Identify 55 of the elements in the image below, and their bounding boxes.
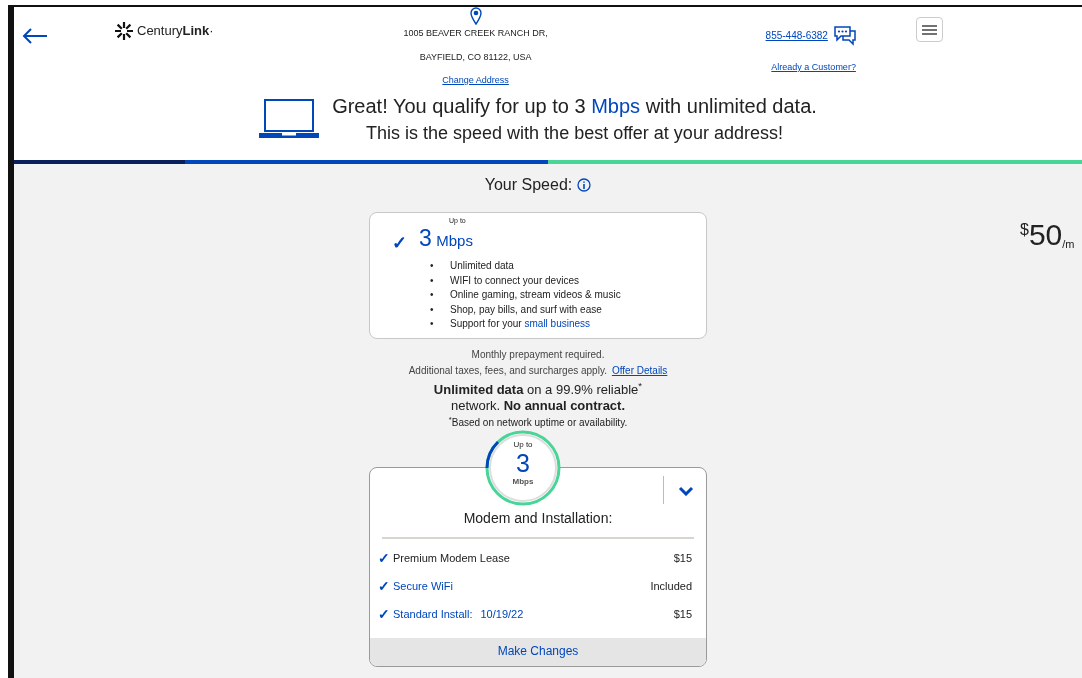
feature-item: Unlimited data: [450, 259, 514, 273]
price-amount: 50: [1028, 220, 1063, 250]
currency-symbol: $: [1020, 220, 1029, 238]
check-icon: ✓: [378, 604, 390, 625]
back-arrow-icon[interactable]: [22, 27, 48, 45]
make-changes-button[interactable]: Make Changes: [370, 637, 706, 666]
option-price: Included: [650, 579, 692, 595]
option-link[interactable]: Standard Install:: [393, 606, 473, 623]
chevron-down-icon[interactable]: [678, 485, 694, 496]
phone-link[interactable]: 855-448-6382: [765, 27, 828, 43]
change-address-link[interactable]: Change Address: [442, 74, 509, 88]
address-text: 1005 BEAVER CREEK RANCH DR,: [403, 27, 548, 40]
feature-item: Shop, pay bills, and surf with ease: [450, 302, 602, 317]
bullet: •: [430, 273, 435, 288]
offer-details-link[interactable]: Offer Details: [611, 362, 668, 378]
feature-item: Support for your small business: [450, 317, 591, 331]
check-icon: ✓: [392, 230, 407, 257]
info-icon[interactable]: [577, 178, 592, 192]
bullet: •: [430, 259, 435, 273]
option-price: $15: [673, 551, 692, 567]
speed-unit: Mbps: [436, 231, 473, 249]
speed-value: 3: [419, 224, 432, 251]
chat-icon[interactable]: [831, 23, 858, 47]
card-title: Modem and Installation:: [462, 508, 614, 528]
check-icon: ✓: [378, 548, 390, 569]
laptop-icon: [259, 99, 320, 139]
logo[interactable]: CenturyLink·: [114, 21, 214, 41]
logo-text: CenturyLink·: [137, 22, 214, 41]
speed-value: 3: [516, 450, 530, 476]
headline-text: Great! You qualify for up to 3 Mbps with unlimited data.: [332, 94, 817, 119]
section-title: Your Speed:: [484, 175, 573, 195]
already-customer-link[interactable]: Already a Customer?: [771, 61, 856, 75]
up-to-label: Up to: [513, 438, 533, 451]
feature-item: Online gaming, stream videos & music: [450, 288, 621, 302]
headline-subtext: This is the speed with the best offer at your address!: [365, 122, 784, 145]
footnote-text: $^{*}$Based on network uptime or availability.: [448, 414, 628, 430]
option-price: $15: [673, 607, 692, 623]
bullet: •: [430, 317, 435, 331]
bullet: •: [430, 302, 435, 317]
speed-unit: Mbps: [512, 475, 534, 488]
address-text: BAYFIELD, CO 81122, USA: [419, 50, 532, 64]
sunburst-icon: [114, 21, 134, 41]
install-date: 10/19/22: [480, 607, 524, 623]
menu-icon: [921, 24, 937, 35]
reliability-text: Unlimited data on a 99.9% reliable$^{*}$ network. No annual contract.: [432, 381, 644, 414]
taxes-note: Additional taxes, fees, and surcharges apply.: [408, 363, 607, 378]
option-link[interactable]: Secure WiFi: [393, 578, 453, 595]
prepayment-note: Monthly prepayment required.: [471, 347, 605, 362]
location-pin-icon: [469, 7, 482, 25]
bullet: •: [430, 288, 435, 302]
feature-item: WIFI to connect your devices: [450, 273, 579, 288]
check-icon: ✓: [378, 576, 390, 597]
option-label: Premium Modem Lease: [393, 551, 510, 567]
price-suffix: /m: [1062, 238, 1075, 252]
menu-button[interactable]: [915, 17, 943, 42]
